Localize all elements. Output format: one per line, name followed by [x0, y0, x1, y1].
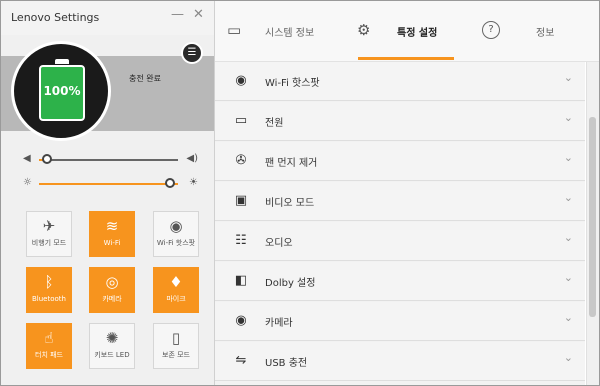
- volume-mute-icon: ◀: [23, 153, 31, 164]
- volume-track: [39, 159, 178, 161]
- usb-icon: ⇋: [235, 353, 247, 368]
- title-bar: Lenovo Settings — ✕: [1, 1, 214, 35]
- settings-item-label: 카메라: [265, 318, 293, 329]
- brightness-slider[interactable]: ☼ ☀: [23, 176, 198, 192]
- settings-item[interactable]: ◉ Wi-Fi 핫스팟 ⌄: [215, 62, 585, 101]
- hotspot-icon: ◉: [235, 73, 247, 88]
- settings-item-label: 팬 먼지 제거: [265, 158, 318, 169]
- close-button[interactable]: ✕: [193, 7, 204, 22]
- audio-equalizer-icon: ☷: [235, 233, 247, 248]
- settings-item[interactable]: ☷ 오디오 ⌄: [215, 222, 585, 261]
- brightness-knob[interactable]: [164, 178, 175, 188]
- settings-item-label: 오디오: [265, 238, 293, 249]
- scrollbar[interactable]: [586, 62, 599, 385]
- toggle-conservation-mode[interactable]: ▯ 보존 모드: [153, 323, 199, 369]
- keyboard-led-icon: ✺: [105, 329, 119, 347]
- brightness-high-icon: ☀: [189, 177, 198, 188]
- toggle-keyboard-led[interactable]: ✺ 키보드 LED: [89, 323, 135, 369]
- minimize-button[interactable]: —: [171, 7, 184, 22]
- settings-item-label: Dolby 설정: [265, 278, 316, 289]
- toggle-wifi[interactable]: ≋ Wi-Fi: [89, 211, 135, 257]
- settings-item-label: 전원: [265, 118, 284, 129]
- toggle-label: 키보드 LED: [94, 351, 130, 359]
- settings-list: ◉ Wi-Fi 핫스팟 ⌄ ▭ 전원 ⌄ ✇ 팬 먼지 제거 ⌄ ▣ 비디오 모드 ⌄ ☷ 오디오 ⌄ ◧ Do…: [215, 62, 585, 385]
- video-icon: ▣: [234, 193, 248, 208]
- toggle-label: Wi-Fi 핫스팟: [156, 239, 196, 247]
- volume-knob[interactable]: [42, 154, 53, 164]
- touchpad-icon: ☝: [44, 329, 54, 347]
- toggle-hotspot[interactable]: ◉ Wi-Fi 핫스팟: [153, 211, 199, 257]
- settings-item[interactable]: ▭ 전원 ⌄: [215, 102, 585, 141]
- conservation-mode-icon: ▯: [171, 329, 181, 347]
- toggle-touchpad[interactable]: ☝ 터치 패드: [26, 323, 72, 369]
- tab-bar: ▭ 시스템 정보 ⚙ 특정 설정 ? 정보: [215, 1, 599, 62]
- chevron-down-icon[interactable]: ⌄: [564, 151, 573, 164]
- microphone-icon: ♦: [169, 273, 183, 291]
- menu-list-button[interactable]: ☰: [181, 42, 203, 64]
- chevron-down-icon[interactable]: ⌄: [564, 351, 573, 364]
- chevron-down-icon[interactable]: ⌄: [564, 191, 573, 204]
- quick-settings-panel: Lenovo Settings — ✕ 100% 충전 완료 ☰ ◀ ◀) ☼ …: [1, 1, 215, 385]
- tab-label: 특정 설정: [397, 28, 438, 39]
- battery-indicator: 100%: [11, 41, 111, 141]
- hotspot-icon: ◉: [169, 217, 183, 235]
- dolby-icon: ◧: [234, 273, 248, 288]
- toggle-microphone[interactable]: ♦ 마이크: [153, 267, 199, 313]
- toggle-camera[interactable]: ◎ 카메라: [89, 267, 135, 313]
- toggle-label: 카메라: [102, 295, 122, 303]
- chevron-down-icon[interactable]: ⌄: [564, 231, 573, 244]
- settings-item[interactable]: ✇ 팬 먼지 제거 ⌄: [215, 142, 585, 181]
- fan-icon: ✇: [235, 153, 247, 168]
- wifi-icon: ≋: [105, 217, 119, 235]
- brightness-low-icon: ☼: [23, 177, 32, 188]
- settings-item[interactable]: ◉ 카메라 ⌄: [215, 302, 585, 341]
- active-tab-underline: [358, 57, 454, 60]
- tab-label: 시스템 정보: [265, 28, 315, 39]
- help-icon: ?: [482, 21, 500, 39]
- airplane-icon: ✈: [42, 217, 56, 235]
- chevron-down-icon[interactable]: ⌄: [564, 111, 573, 124]
- bluetooth-icon: ᛒ: [44, 273, 54, 291]
- battery-percent: 100%: [43, 84, 81, 98]
- tab-label: 정보: [536, 28, 555, 39]
- camera-icon: ◎: [105, 273, 119, 291]
- toggle-label: 비행기 모드: [31, 239, 67, 247]
- volume-max-icon: ◀): [186, 153, 198, 164]
- settings-item[interactable]: ⇋ USB 충전 ⌄: [215, 342, 585, 381]
- settings-item[interactable]: ◧ Dolby 설정 ⌄: [215, 262, 585, 301]
- webcam-icon: ◉: [235, 313, 247, 328]
- toggle-label: 마이크: [166, 295, 186, 303]
- toggle-label: Bluetooth: [32, 295, 66, 303]
- chevron-down-icon[interactable]: ⌄: [564, 71, 573, 84]
- toggle-bluetooth[interactable]: ᛒ Bluetooth: [26, 267, 72, 313]
- power-plug-icon: ▭: [234, 113, 248, 128]
- lenovo-settings-window: Lenovo Settings — ✕ 100% 충전 완료 ☰ ◀ ◀) ☼ …: [0, 0, 600, 386]
- toggle-label: 보존 모드: [162, 351, 190, 359]
- settings-item-label: 비디오 모드: [265, 198, 315, 209]
- monitor-icon: ▭: [227, 21, 242, 39]
- gear-icon: ⚙: [357, 21, 371, 39]
- app-title: Lenovo Settings: [11, 11, 100, 24]
- chevron-down-icon[interactable]: ⌄: [564, 271, 573, 284]
- battery-cap: [55, 59, 69, 64]
- toggle-airplane[interactable]: ✈ 비행기 모드: [26, 211, 72, 257]
- scrollbar-thumb[interactable]: [589, 117, 596, 317]
- volume-slider[interactable]: ◀ ◀): [23, 152, 198, 168]
- settings-item-label: Wi-Fi 핫스팟: [265, 78, 320, 89]
- settings-item[interactable]: ▣ 비디오 모드 ⌄: [215, 182, 585, 221]
- tab-specific-settings[interactable]: ⚙ 특정 설정: [357, 1, 457, 61]
- tab-about[interactable]: ? 정보: [482, 1, 562, 61]
- toggle-label: Wi-Fi: [103, 239, 121, 247]
- brightness-fill: [39, 183, 170, 185]
- settings-item-label: USB 충전: [265, 358, 308, 369]
- chevron-down-icon[interactable]: ⌄: [564, 311, 573, 324]
- toggle-label: 터치 패드: [35, 351, 63, 359]
- charge-status: 충전 완료: [129, 74, 161, 83]
- tab-system-info[interactable]: ▭ 시스템 정보: [227, 1, 327, 61]
